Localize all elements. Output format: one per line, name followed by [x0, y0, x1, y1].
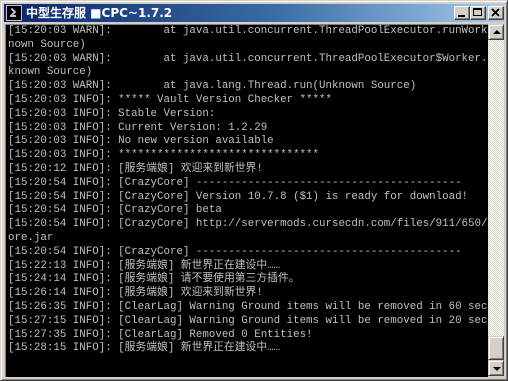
console-line: [15:28:15 INFO]: [服务端娘] 新世界正在建设中……: [8, 342, 281, 355]
scrollbar-thumb[interactable]: [488, 336, 504, 360]
minimize-icon: [458, 15, 465, 17]
console-line: nown Source): [8, 38, 86, 51]
console-line: [15:26:35 INFO]: [ClearLag] Warning Grou…: [8, 300, 488, 313]
console-line: ore.jar: [8, 231, 54, 244]
console-output[interactable]: [15:20:03 WARN]: at java.util.concurrent…: [5, 24, 488, 377]
console-line: [15:26:14 INFO]: [服务端娘] 欢迎来到新世界!: [8, 287, 263, 300]
console-line: [15:20:03 WARN]: at java.util.concurrent…: [8, 52, 488, 65]
title-bar[interactable]: 中型生存服 ■CPC~1.7.2: [4, 4, 504, 22]
close-button[interactable]: [488, 6, 504, 20]
console-line: [15:24:14 INFO]: [服务端娘] 请不要使用第三方插件。: [8, 273, 300, 286]
console-line: [15:20:54 INFO]: [CrazyCore] -----------…: [8, 245, 462, 258]
console-line: [15:20:03 INFO]: ***********************…: [8, 149, 320, 162]
console-line: [15:20:54 INFO]: [CrazyCore] Version 10.…: [8, 190, 469, 203]
console-app-icon[interactable]: [6, 5, 22, 21]
console-line: [15:20:03 INFO]: Stable Version:: [8, 107, 216, 120]
console-line: [15:20:03 WARN]: at java.lang.Thread.run…: [8, 80, 417, 93]
console-line: [15:20:03 INFO]: Current Version: 1.2.29: [8, 121, 268, 134]
console-line: [15:27:35 INFO]: [ClearLag] Removed 0 En…: [8, 328, 313, 341]
console-line: [15:20:54 INFO]: [CrazyCore] http://serv…: [8, 218, 488, 231]
close-icon: [491, 8, 500, 17]
arrow-up-icon: [493, 30, 501, 34]
console-line: [15:20:03 WARN]: at java.util.concurrent…: [8, 25, 488, 37]
console-line: [15:20:12 INFO]: [服务端娘] 欢迎来到新世界!: [8, 162, 263, 175]
vertical-scrollbar[interactable]: [488, 24, 504, 376]
console-line: [15:20:03 INFO]: No new version availabl…: [8, 135, 274, 148]
arrow-down-icon: [493, 367, 501, 371]
console-window: 中型生存服 ■CPC~1.7.2 [15:20:03 WARN]: at jav…: [0, 0, 508, 381]
console-line: known Source): [8, 66, 93, 79]
console-line: [15:27:15 INFO]: [ClearLag] Warning Grou…: [8, 314, 488, 327]
maximize-icon: [473, 8, 482, 16]
console-line: [15:20:54 INFO]: [CrazyCore] -----------…: [8, 176, 462, 189]
minimize-button[interactable]: [454, 6, 470, 20]
console-line: [15:22:13 INFO]: [服务端娘] 新世界正在建设中……: [8, 259, 281, 272]
window-title: 中型生存服 ■CPC~1.7.2: [26, 6, 173, 20]
console-line: [15:20:54 INFO]: [CrazyCore] beta: [8, 204, 222, 217]
maximize-button[interactable]: [470, 6, 486, 20]
console-line: [15:20:03 INFO]: ***** Vault Version Che…: [8, 93, 332, 106]
scroll-down-button[interactable]: [488, 360, 504, 376]
scroll-up-button[interactable]: [488, 24, 504, 40]
